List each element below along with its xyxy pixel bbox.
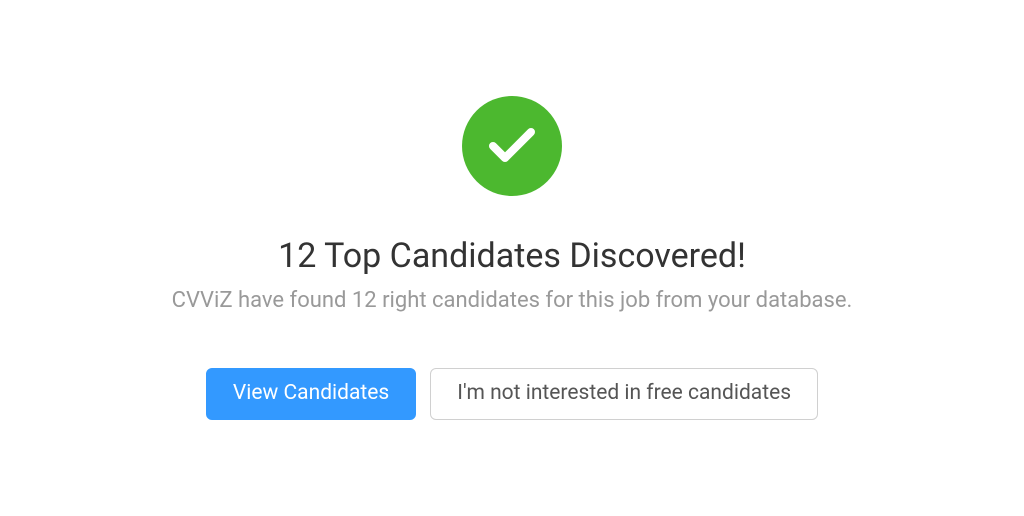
- checkmark-icon: [487, 124, 537, 168]
- dialog-title: 12 Top Candidates Discovered!: [278, 236, 746, 276]
- success-badge: [462, 96, 562, 196]
- view-candidates-button[interactable]: View Candidates: [206, 368, 416, 419]
- dialog-subtitle: CVViZ have found 12 right candidates for…: [172, 288, 853, 313]
- dialog-buttons: View Candidates I'm not interested in fr…: [206, 368, 818, 419]
- candidates-discovered-dialog: 12 Top Candidates Discovered! CVViZ have…: [152, 76, 873, 439]
- not-interested-button[interactable]: I'm not interested in free candidates: [430, 368, 818, 419]
